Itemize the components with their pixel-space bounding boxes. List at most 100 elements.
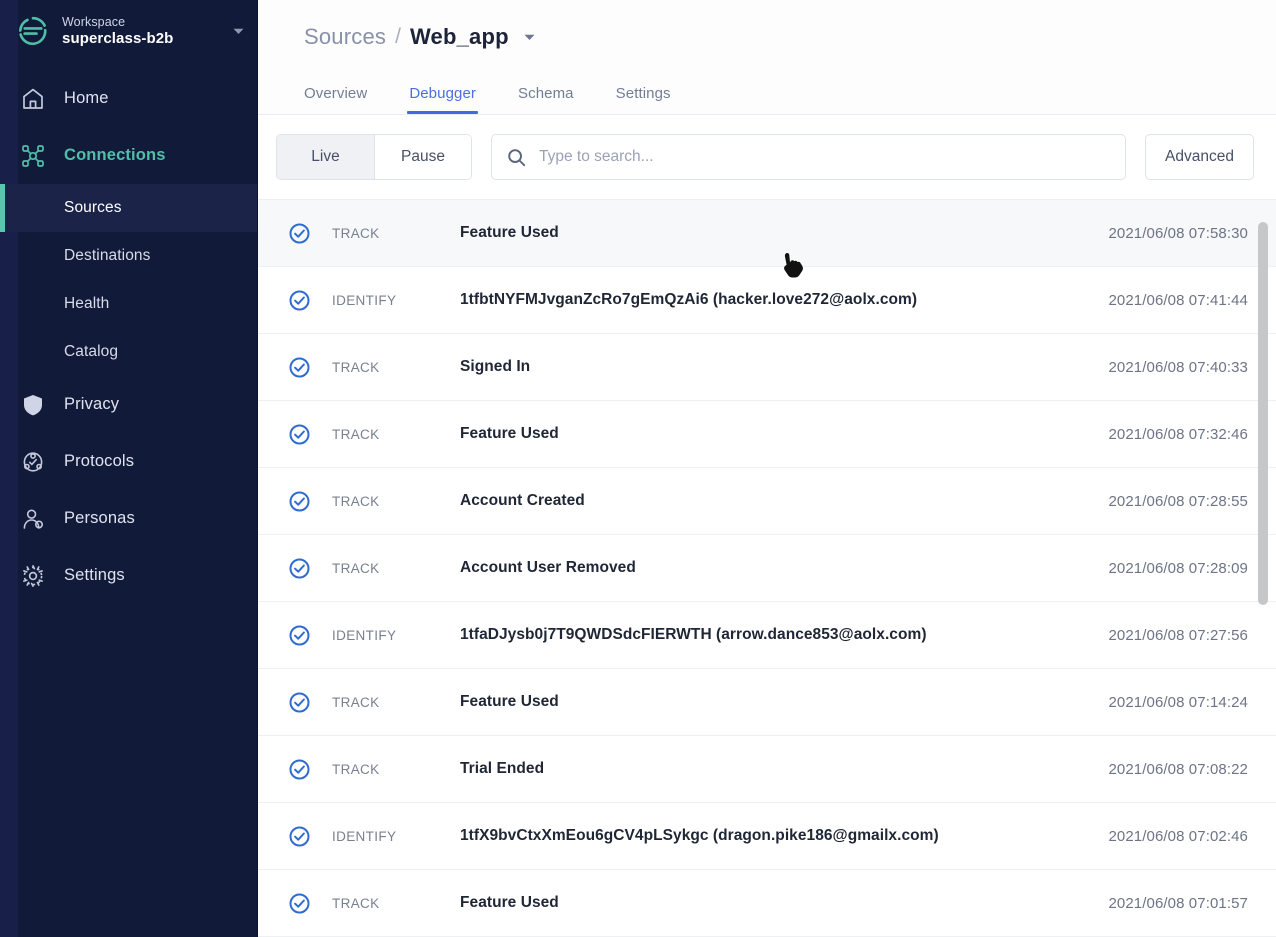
- table-row[interactable]: TRACKFeature Used2021/06/08 07:14:24: [258, 669, 1276, 736]
- person-icon: [16, 502, 50, 536]
- sidebar-item-connections[interactable]: Connections: [0, 127, 257, 184]
- check-circle-icon: [288, 892, 310, 914]
- sidebar-item-settings[interactable]: Settings: [0, 547, 257, 604]
- event-name: Account User Removed: [460, 559, 1108, 577]
- search-box[interactable]: [491, 134, 1126, 180]
- advanced-button[interactable]: Advanced: [1145, 134, 1254, 180]
- event-type: TRACK: [332, 896, 460, 911]
- check-circle-icon: [288, 758, 310, 780]
- event-list[interactable]: TRACKFeature Used2021/06/08 07:58:30IDEN…: [258, 200, 1276, 937]
- sidebar-item-label: Destinations: [64, 247, 151, 265]
- event-list-container: TRACKFeature Used2021/06/08 07:58:30IDEN…: [258, 199, 1276, 937]
- main-content: Sources / Web_app Overview Debugger Sche…: [258, 0, 1276, 937]
- event-type: IDENTIFY: [332, 829, 460, 844]
- event-timestamp: 2021/06/08 07:28:55: [1108, 493, 1276, 510]
- live-pause-toggle: Live Pause: [276, 134, 472, 180]
- event-name: 1tfbtNYFMJvganZcRo7gEmQzAi6 (hacker.love…: [460, 291, 1108, 309]
- event-name: Feature Used: [460, 425, 1108, 443]
- sidebar-item-sources[interactable]: Sources: [0, 184, 257, 232]
- tab-overview[interactable]: Overview: [304, 85, 367, 114]
- home-icon: [16, 82, 50, 116]
- workspace-name: superclass-b2b: [62, 30, 225, 47]
- workspace-text: Workspace superclass-b2b: [62, 15, 225, 47]
- event-type: TRACK: [332, 360, 460, 375]
- event-name: Feature Used: [460, 894, 1108, 912]
- sidebar-item-home[interactable]: Home: [0, 70, 257, 127]
- event-type: TRACK: [332, 226, 460, 241]
- chevron-down-icon[interactable]: [523, 30, 537, 44]
- event-type: IDENTIFY: [332, 293, 460, 308]
- check-circle-icon: [288, 423, 310, 445]
- table-row[interactable]: TRACKAccount Created2021/06/08 07:28:55: [258, 468, 1276, 535]
- sidebar-item-label: Sources: [64, 199, 122, 217]
- event-name: Signed In: [460, 358, 1108, 376]
- sidebar-item-label: Settings: [64, 566, 125, 585]
- table-row[interactable]: TRACKFeature Used2021/06/08 07:58:30: [258, 200, 1276, 267]
- sidebar-item-health[interactable]: Health: [0, 280, 257, 328]
- event-type: TRACK: [332, 762, 460, 777]
- shield-icon: [16, 388, 50, 422]
- event-timestamp: 2021/06/08 07:58:30: [1108, 225, 1276, 242]
- table-row[interactable]: TRACKFeature Used2021/06/08 07:32:46: [258, 401, 1276, 468]
- check-circle-icon: [288, 289, 310, 311]
- pause-button[interactable]: Pause: [374, 135, 471, 179]
- segment-logo-icon: [16, 14, 50, 48]
- check-circle-icon: [288, 825, 310, 847]
- event-name: Account Created: [460, 492, 1108, 510]
- tab-settings[interactable]: Settings: [616, 85, 671, 114]
- sidebar-item-destinations[interactable]: Destinations: [0, 232, 257, 280]
- table-row[interactable]: TRACKTrial Ended2021/06/08 07:08:22: [258, 736, 1276, 803]
- app-root: Workspace superclass-b2b Home: [0, 0, 1276, 937]
- sidebar-item-label: Health: [64, 295, 109, 313]
- event-name: Feature Used: [460, 224, 1108, 242]
- debugger-toolbar: Live Pause Advanced: [258, 115, 1276, 199]
- gear-icon: [16, 559, 50, 593]
- sidebar-item-label: Connections: [64, 146, 166, 165]
- sidebar-item-label: Home: [64, 89, 109, 108]
- event-timestamp: 2021/06/08 07:08:22: [1108, 761, 1276, 778]
- protocols-icon: [16, 445, 50, 479]
- event-type: TRACK: [332, 695, 460, 710]
- check-circle-icon: [288, 557, 310, 579]
- tab-debugger[interactable]: Debugger: [409, 85, 476, 114]
- table-row[interactable]: TRACKAccount User Removed2021/06/08 07:2…: [258, 535, 1276, 602]
- breadcrumb-parent[interactable]: Sources: [304, 24, 386, 50]
- table-row[interactable]: IDENTIFY1tfX9bvCtxXmEou6gCV4pLSykgc (dra…: [258, 803, 1276, 870]
- sidebar-item-label: Protocols: [64, 452, 134, 471]
- sidebar-item-privacy[interactable]: Privacy: [0, 376, 257, 433]
- event-timestamp: 2021/06/08 07:14:24: [1108, 694, 1276, 711]
- table-row[interactable]: TRACKSigned In2021/06/08 07:40:33: [258, 334, 1276, 401]
- sidebar: Workspace superclass-b2b Home: [0, 0, 258, 937]
- sidebar-item-protocols[interactable]: Protocols: [0, 433, 257, 490]
- table-row[interactable]: IDENTIFY1tfaDJysb0j7T9QWDSdcFIERWTH (arr…: [258, 602, 1276, 669]
- page-title: Web_app: [410, 24, 509, 50]
- page-header: Sources / Web_app Overview Debugger Sche…: [258, 0, 1276, 115]
- live-button[interactable]: Live: [277, 135, 374, 179]
- event-name: Trial Ended: [460, 760, 1108, 778]
- sidebar-item-personas[interactable]: Personas: [0, 490, 257, 547]
- check-circle-icon: [288, 356, 310, 378]
- table-row[interactable]: TRACKFeature Used2021/06/08 07:01:57: [258, 870, 1276, 937]
- breadcrumb-separator: /: [395, 25, 401, 49]
- event-name: 1tfaDJysb0j7T9QWDSdcFIERWTH (arrow.dance…: [460, 626, 1108, 644]
- breadcrumb: Sources / Web_app: [304, 0, 1276, 66]
- workspace-label: Workspace: [62, 15, 225, 29]
- event-type: TRACK: [332, 427, 460, 442]
- check-circle-icon: [288, 624, 310, 646]
- event-timestamp: 2021/06/08 07:02:46: [1108, 828, 1276, 845]
- tab-schema[interactable]: Schema: [518, 85, 574, 114]
- sidebar-nav: Home Connections Sources: [0, 70, 257, 604]
- event-timestamp: 2021/06/08 07:28:09: [1108, 560, 1276, 577]
- sidebar-item-catalog[interactable]: Catalog: [0, 328, 257, 376]
- workspace-switcher[interactable]: Workspace superclass-b2b: [0, 0, 257, 62]
- sidebar-item-label: Privacy: [64, 395, 119, 414]
- chevron-down-icon[interactable]: [231, 24, 245, 38]
- connections-icon: [16, 139, 50, 173]
- event-type: TRACK: [332, 494, 460, 509]
- table-row[interactable]: IDENTIFY1tfbtNYFMJvganZcRo7gEmQzAi6 (hac…: [258, 267, 1276, 334]
- event-type: IDENTIFY: [332, 628, 460, 643]
- event-timestamp: 2021/06/08 07:27:56: [1108, 627, 1276, 644]
- tab-bar: Overview Debugger Schema Settings: [304, 66, 1276, 114]
- event-timestamp: 2021/06/08 07:40:33: [1108, 359, 1276, 376]
- search-input[interactable]: [539, 148, 1111, 166]
